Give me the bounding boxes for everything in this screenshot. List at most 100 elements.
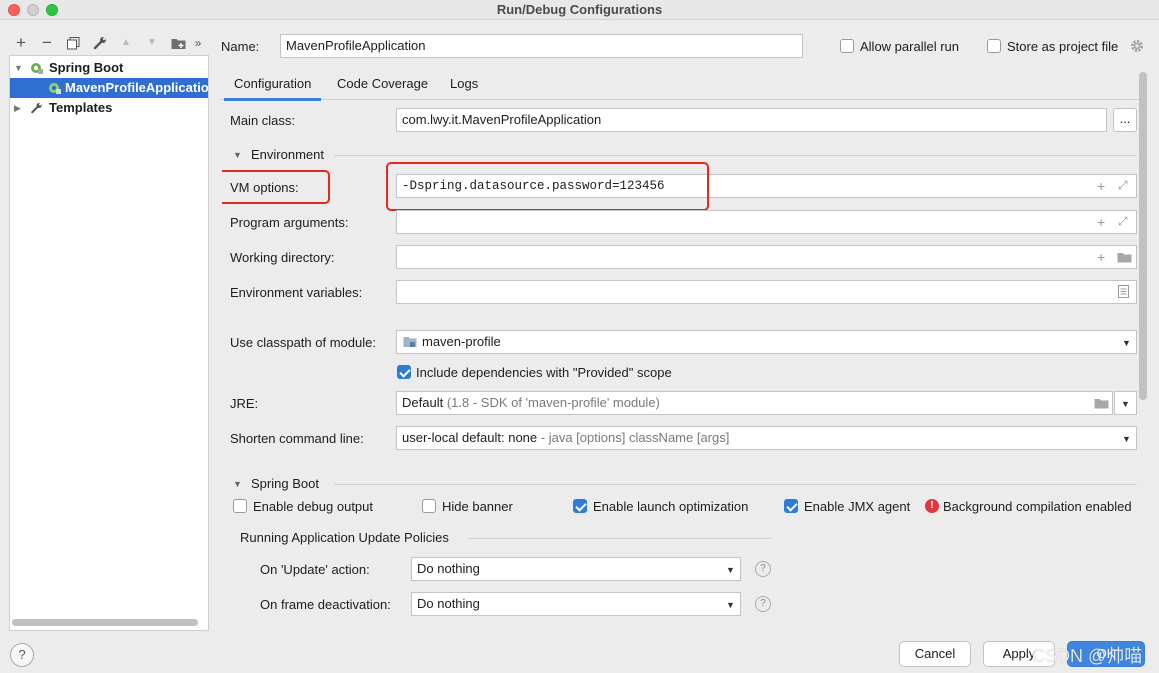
expand-icon[interactable]: ⤢ bbox=[1118, 178, 1128, 193]
folder-icon[interactable] bbox=[1117, 252, 1132, 263]
program-arguments-label: Program arguments: bbox=[230, 215, 349, 230]
classpath-value: maven-profile bbox=[422, 334, 501, 349]
triangle-up-icon: ▲ bbox=[121, 37, 131, 48]
program-arguments-input[interactable] bbox=[396, 210, 1137, 234]
store-as-project-file-label: Store as project file bbox=[1007, 39, 1119, 54]
environment-variables-input[interactable] bbox=[396, 280, 1137, 304]
tree-item-maven-profile-application[interactable]: MavenProfileApplication bbox=[10, 78, 208, 98]
environment-section-label: Environment bbox=[251, 147, 324, 162]
shorten-command-line-label: Shorten command line: bbox=[230, 431, 364, 446]
shorten-hint: - java [options] className [args] bbox=[540, 430, 730, 445]
name-label: Name: bbox=[221, 39, 260, 54]
tree-item-label: Spring Boot bbox=[49, 60, 124, 75]
shorten-value: user-local default: none bbox=[402, 430, 538, 445]
on-frame-deactivation-label: On frame deactivation: bbox=[260, 597, 391, 612]
dropdown-arrow-icon: ▼ bbox=[1121, 399, 1130, 409]
wrench-icon bbox=[93, 37, 106, 50]
cancel-button[interactable]: Cancel bbox=[899, 641, 971, 667]
store-as-project-file-checkbox[interactable] bbox=[987, 39, 1001, 53]
tab-configuration[interactable]: Configuration bbox=[223, 70, 322, 101]
copy-config-button[interactable] bbox=[62, 30, 84, 56]
main-class-label: Main class: bbox=[230, 113, 296, 128]
edit-templates-button[interactable] bbox=[89, 30, 111, 56]
enable-jmx-agent-label: Enable JMX agent bbox=[804, 499, 911, 514]
configuration-panel: Main class: com.lwy.it.MavenProfileAppli… bbox=[222, 101, 1137, 631]
more-actions-button[interactable]: » bbox=[191, 30, 205, 56]
hide-banner-label: Hide banner bbox=[442, 499, 513, 514]
panel-vertical-scrollbar[interactable] bbox=[1139, 72, 1147, 400]
add-icon[interactable]: + bbox=[1097, 249, 1105, 265]
move-down-button[interactable]: ▼ bbox=[141, 30, 163, 56]
jre-select[interactable]: Default (1.8 - SDK of 'maven-profile' mo… bbox=[396, 391, 1113, 415]
window-title: Run/Debug Configurations bbox=[496, 2, 663, 17]
enable-launch-optimization-checkbox[interactable] bbox=[573, 499, 587, 513]
module-folder-icon bbox=[403, 337, 417, 347]
classpath-select[interactable]: maven-profile bbox=[396, 330, 1137, 354]
add-icon[interactable]: + bbox=[1097, 214, 1105, 230]
background-compilation-label: Background compilation enabled bbox=[943, 499, 1132, 514]
gear-icon[interactable] bbox=[1130, 39, 1144, 53]
vm-options-label-highlight bbox=[222, 170, 330, 204]
configuration-tree[interactable]: ▼ Spring Boot MavenProfileApplication ▶ … bbox=[9, 55, 209, 631]
include-provided-label: Include dependencies with "Provided" sco… bbox=[416, 365, 672, 380]
folder-icon[interactable] bbox=[1094, 398, 1109, 409]
allow-parallel-run-label: Allow parallel run bbox=[860, 39, 959, 54]
working-directory-label: Working directory: bbox=[230, 250, 335, 265]
title-bar: Run/Debug Configurations bbox=[0, 0, 1159, 20]
on-update-action-value: Do nothing bbox=[417, 561, 480, 576]
tree-item-templates[interactable]: ▶ Templates bbox=[10, 98, 208, 118]
copy-icon bbox=[66, 37, 79, 50]
help-button[interactable]: ? bbox=[10, 643, 34, 667]
help-question-icon[interactable]: ? bbox=[755, 561, 771, 577]
new-folder-button[interactable] bbox=[167, 30, 189, 56]
name-input[interactable]: MavenProfileApplication bbox=[280, 34, 803, 58]
move-up-button[interactable]: ▲ bbox=[115, 30, 137, 56]
remove-config-button[interactable]: − bbox=[36, 30, 58, 56]
jre-value: Default bbox=[402, 395, 444, 410]
add-icon[interactable]: + bbox=[1097, 178, 1105, 194]
tree-item-label: Templates bbox=[49, 100, 113, 115]
folder-plus-icon bbox=[171, 39, 185, 49]
tab-code-coverage[interactable]: Code Coverage bbox=[337, 70, 428, 100]
environment-separator bbox=[334, 155, 1137, 156]
include-provided-checkbox[interactable] bbox=[397, 365, 411, 379]
watermark: CSDN @帅喵 bbox=[1032, 646, 1143, 666]
enable-debug-output-label: Enable debug output bbox=[253, 499, 373, 514]
expand-icon[interactable]: ⤢ bbox=[1118, 214, 1128, 229]
chevron-down-icon: ▼ bbox=[233, 150, 242, 160]
working-directory-input[interactable] bbox=[396, 245, 1137, 269]
on-frame-deactivation-value: Do nothing bbox=[417, 596, 480, 611]
tab-logs[interactable]: Logs bbox=[450, 70, 478, 100]
enable-launch-optimization-label: Enable launch optimization bbox=[593, 499, 749, 514]
spring-boot-separator bbox=[334, 484, 1137, 485]
enable-jmx-agent-checkbox[interactable] bbox=[784, 499, 798, 513]
jre-dropdown-button[interactable]: ▼ bbox=[1114, 391, 1137, 415]
dropdown-arrow-icon: ▼ bbox=[726, 565, 735, 575]
browse-main-class-button[interactable]: ... bbox=[1113, 108, 1137, 132]
update-policies-separator bbox=[468, 538, 771, 539]
dropdown-arrow-icon: ▼ bbox=[1122, 338, 1131, 348]
environment-variables-label: Environment variables: bbox=[230, 285, 363, 300]
chevron-right-icon: ▶ bbox=[14, 103, 21, 113]
add-config-button[interactable]: + bbox=[10, 30, 32, 56]
on-update-action-select[interactable]: Do nothing bbox=[411, 557, 741, 581]
chevron-down-icon: ▼ bbox=[233, 479, 242, 489]
allow-parallel-run-checkbox[interactable] bbox=[840, 39, 854, 53]
on-frame-deactivation-select[interactable]: Do nothing bbox=[411, 592, 741, 616]
tree-toolbar: + − ▲ ▼ » bbox=[0, 30, 215, 56]
spring-boot-icon bbox=[31, 63, 43, 74]
document-icon[interactable] bbox=[1118, 285, 1129, 298]
jre-label: JRE: bbox=[230, 396, 259, 411]
on-update-action-label: On 'Update' action: bbox=[260, 562, 370, 577]
main-class-input[interactable]: com.lwy.it.MavenProfileApplication bbox=[396, 108, 1107, 132]
tree-horizontal-scrollbar[interactable] bbox=[12, 619, 198, 626]
spring-boot-app-icon bbox=[49, 83, 61, 94]
help-question-icon[interactable]: ? bbox=[755, 596, 771, 612]
triangle-down-icon: ▼ bbox=[147, 37, 157, 48]
hide-banner-checkbox[interactable] bbox=[422, 499, 436, 513]
vm-options-value-highlight bbox=[386, 162, 709, 211]
enable-debug-output-checkbox[interactable] bbox=[233, 499, 247, 513]
shorten-command-line-select[interactable]: user-local default: none - java [options… bbox=[396, 426, 1137, 450]
tree-item-spring-boot[interactable]: ▼ Spring Boot bbox=[10, 58, 208, 78]
error-icon: ! bbox=[925, 499, 939, 513]
